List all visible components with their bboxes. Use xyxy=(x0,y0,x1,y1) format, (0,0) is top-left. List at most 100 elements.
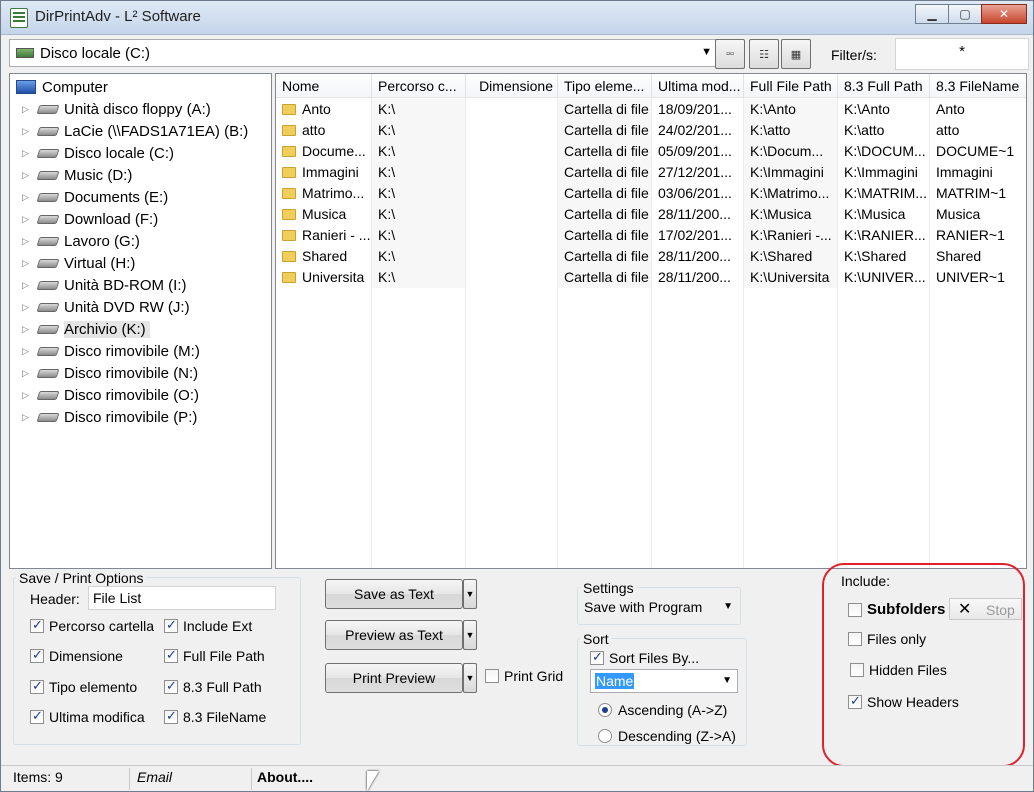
expand-arrow-icon[interactable]: ▷ xyxy=(22,170,34,181)
expand-arrow-icon[interactable]: ▷ xyxy=(22,280,34,291)
tree-item[interactable]: ▷ Virtual (H:) xyxy=(10,252,135,274)
expand-arrow-icon[interactable]: ▷ xyxy=(22,346,34,357)
table-cell: K:\atto xyxy=(744,120,837,141)
option-checkbox[interactable]: 8.3 FileName xyxy=(164,708,266,725)
expand-arrow-icon[interactable]: ▷ xyxy=(22,412,34,423)
sort-by-select[interactable]: Name ▼ xyxy=(590,669,738,693)
close-button[interactable]: ✕ xyxy=(981,4,1027,24)
cell-text: K:\atto xyxy=(844,122,885,138)
column-header[interactable]: 8.3 Full Path xyxy=(838,74,930,98)
option-checkbox[interactable]: 8.3 Full Path xyxy=(164,678,262,695)
tree-item[interactable]: ▷ Documents (E:) xyxy=(10,186,168,208)
column-header[interactable]: Tipo eleme... xyxy=(558,74,652,98)
table-cell: K:\ xyxy=(372,204,465,225)
column-header[interactable]: Percorso c... xyxy=(372,74,466,98)
cell-text: K:\Shared xyxy=(750,248,813,264)
cell-text: K:\ xyxy=(378,185,396,201)
expand-arrow-icon[interactable]: ▷ xyxy=(22,126,34,137)
table-cell: 18/09/201... xyxy=(652,99,743,120)
column-header[interactable]: Ultima mod... xyxy=(652,74,744,98)
expand-arrow-icon[interactable]: ▷ xyxy=(22,302,34,313)
about-link[interactable]: About.... xyxy=(257,769,313,785)
option-checkbox[interactable]: Ultima modifica xyxy=(30,708,145,725)
cell-text: K:\UNIVER... xyxy=(844,269,926,285)
cell-text: Shared xyxy=(936,248,982,264)
tree-item[interactable]: ▷ Lavoro (G:) xyxy=(10,230,140,252)
preview-as-text-button[interactable]: Preview as Text xyxy=(325,620,463,650)
tree-item[interactable]: ▷ Unità BD-ROM (I:) xyxy=(10,274,187,296)
expand-arrow-icon[interactable]: ▷ xyxy=(22,324,34,335)
expand-arrow-icon[interactable]: ▷ xyxy=(22,236,34,247)
details-view-button[interactable]: ▫▫ xyxy=(715,39,745,69)
items-count: Items: 9 xyxy=(13,769,63,785)
column-header[interactable]: Nome xyxy=(276,74,372,98)
expand-arrow-icon[interactable]: ▷ xyxy=(22,390,34,401)
tree-item-label: Lavoro (G:) xyxy=(64,232,140,250)
drive-icon xyxy=(36,279,60,291)
tree-item[interactable]: ▷ Unità DVD RW (J:) xyxy=(10,296,190,318)
tree-item[interactable]: ▷ Disco locale (C:) xyxy=(10,142,174,164)
expand-arrow-icon[interactable]: ▷ xyxy=(22,192,34,203)
checkbox-box xyxy=(164,678,178,694)
email-link[interactable]: Email xyxy=(137,769,172,785)
expand-arrow-icon[interactable]: ▷ xyxy=(22,104,34,115)
preview-as-text-dropdown[interactable]: ▼ xyxy=(463,620,477,650)
option-checkbox[interactable]: Percorso cartella xyxy=(30,617,154,634)
tree-item[interactable]: ▷ Unità disco floppy (A:) xyxy=(10,98,211,120)
tree-item-computer[interactable]: Computer xyxy=(10,76,108,98)
tree-item[interactable]: ▷ Disco rimovibile (N:) xyxy=(10,362,198,384)
drive-tree[interactable]: Computer ▷ Unità disco floppy (A:) ▷ LaCie … xyxy=(9,73,272,569)
app-window: DirPrintAdv - L² Software ▁ ▢ ✕ Disco lo… xyxy=(0,0,1034,792)
tree-item[interactable]: ▷ Archivio (K:) xyxy=(10,318,150,340)
ascending-radio[interactable]: Ascending (A->Z) xyxy=(598,702,727,718)
column-header[interactable]: 8.3 FileName xyxy=(930,74,1026,98)
option-checkbox[interactable]: Tipo elemento xyxy=(30,678,137,695)
option-checkbox[interactable]: Full File Path xyxy=(164,647,265,664)
print-preview-button[interactable]: Print Preview xyxy=(325,663,463,693)
tree-item-label: Computer xyxy=(42,78,108,96)
status-bar: Items: 9 Email About.... xyxy=(1,765,1033,791)
cell-text: Universita xyxy=(302,269,365,285)
tree-item[interactable]: ▷ Disco rimovibile (O:) xyxy=(10,384,199,406)
folder-icon xyxy=(282,188,296,199)
filter-input[interactable]: * xyxy=(895,38,1029,70)
drive-select[interactable]: Disco locale (C:) ▼ xyxy=(9,39,717,67)
tree-item[interactable]: ▷ Disco rimovibile (P:) xyxy=(10,406,197,428)
expand-arrow-icon[interactable]: ▷ xyxy=(22,214,34,225)
title-bar[interactable]: DirPrintAdv - L² Software ▁ ▢ ✕ xyxy=(1,1,1033,35)
tree-item[interactable]: ▷ Music (D:) xyxy=(10,164,132,186)
save-as-text-button[interactable]: Save as Text xyxy=(325,579,463,609)
header-input[interactable]: File List xyxy=(88,586,276,610)
expand-arrow-icon[interactable]: ▷ xyxy=(22,148,34,159)
print-preview-dropdown[interactable]: ▼ xyxy=(463,663,477,693)
table-cell: K:\RANIER... xyxy=(838,225,929,246)
column-header[interactable]: Full File Path xyxy=(744,74,838,98)
option-checkbox[interactable]: Dimensione xyxy=(30,647,123,664)
save-as-text-dropdown[interactable]: ▼ xyxy=(463,579,477,609)
sort-files-by-checkbox[interactable]: Sort Files By... xyxy=(590,649,699,666)
print-grid-checkbox[interactable]: Print Grid xyxy=(485,668,563,684)
maximize-button[interactable]: ▢ xyxy=(948,4,982,24)
column-header[interactable]: Dimensione xyxy=(466,74,558,98)
settings-mode-select[interactable]: Save with Program ▼ xyxy=(580,596,738,620)
option-checkbox[interactable]: Include Ext xyxy=(164,617,253,634)
file-list[interactable]: Nome Percorso c... Dimensione Tipo eleme...… xyxy=(275,73,1027,569)
expand-arrow-icon[interactable]: ▷ xyxy=(22,368,34,379)
cell-text: 03/06/201... xyxy=(658,185,732,201)
table-cell: Musica xyxy=(276,204,371,225)
grid-view-button[interactable]: ▦ xyxy=(781,39,811,69)
descending-radio[interactable]: Descending (Z->A) xyxy=(598,728,736,744)
tree-item[interactable]: ▷ Disco rimovibile (M:) xyxy=(10,340,200,362)
list-view-button[interactable]: ☷ xyxy=(749,39,779,69)
minimize-button[interactable]: ▁ xyxy=(915,4,949,24)
expand-arrow-icon[interactable]: ▷ xyxy=(22,258,34,269)
table-cell: Matrimo... xyxy=(276,183,371,204)
table-cell: K:\Shared xyxy=(838,246,929,267)
folder-icon xyxy=(282,230,296,241)
cell-text: Cartella di file xyxy=(564,269,649,285)
tree-item[interactable]: ▷ LaCie (\\FADS1A71EA) (B:) xyxy=(10,120,248,142)
tree-item[interactable]: ▷ Download (F:) xyxy=(10,208,158,230)
checkbox-label: Include Ext xyxy=(183,618,253,634)
table-cell: Cartella di file xyxy=(558,246,651,267)
table-cell: 17/02/201... xyxy=(652,225,743,246)
